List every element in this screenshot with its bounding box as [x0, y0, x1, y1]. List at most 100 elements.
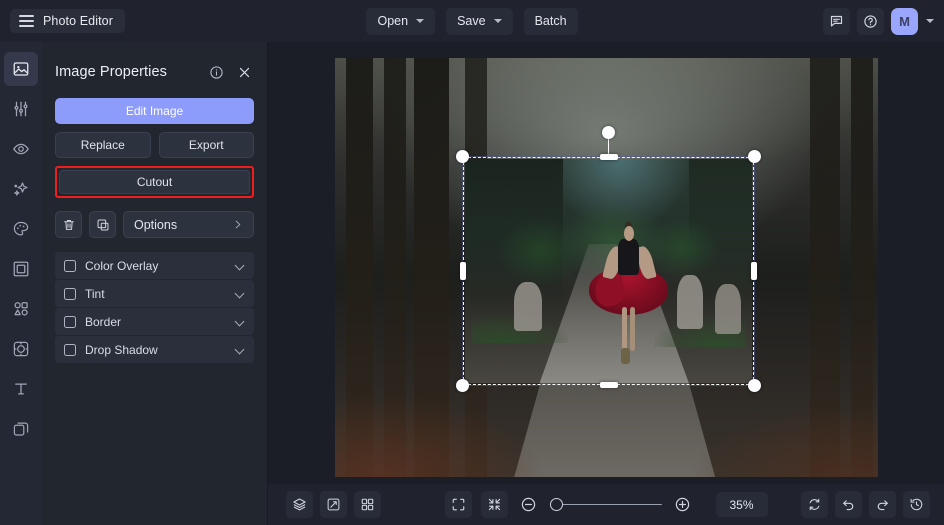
resize-handle-right-mid[interactable]: [751, 262, 757, 280]
photo-editor-app: Photo Editor Open Save Batch: [0, 0, 944, 525]
fit-to-screen-button[interactable]: [445, 491, 472, 518]
reset-button[interactable]: [801, 491, 828, 518]
list-item[interactable]: Drop Shadow: [55, 336, 254, 363]
stone-statue: [677, 275, 703, 329]
woman-subject: [597, 226, 660, 365]
chevron-down-icon[interactable]: [235, 261, 245, 271]
help-icon: [863, 14, 878, 29]
sidebar-item-layers-tool[interactable]: [4, 412, 38, 446]
effects-list: Color Overlay Tint Border Drop Shadow: [55, 252, 254, 363]
resize-handle-top-mid[interactable]: [600, 154, 618, 160]
resize-handle-left-mid[interactable]: [460, 262, 466, 280]
canvas-area[interactable]: [268, 42, 944, 484]
object-tools-row: Options: [55, 211, 254, 238]
transform-button[interactable]: [320, 491, 347, 518]
list-item[interactable]: Color Overlay: [55, 252, 254, 279]
sidebar-item-shapes-tool[interactable]: [4, 292, 38, 326]
redo-button[interactable]: [869, 491, 896, 518]
drop-shadow-checkbox[interactable]: [64, 344, 76, 356]
zoom-slider[interactable]: [550, 497, 662, 513]
user-avatar[interactable]: M: [891, 8, 918, 35]
zoom-in-icon: [674, 496, 691, 513]
brand-menu-button[interactable]: Photo Editor: [10, 9, 125, 33]
layers-panel-icon: [292, 497, 307, 512]
black-top: [618, 239, 638, 275]
layers-icon: [12, 420, 30, 438]
replace-button[interactable]: Replace: [55, 132, 151, 158]
open-button[interactable]: Open: [366, 8, 435, 35]
duplicate-button[interactable]: [89, 211, 116, 238]
top-toolbar: Photo Editor Open Save Batch: [0, 0, 944, 42]
layers-panel-button[interactable]: [286, 491, 313, 518]
left-leg: [622, 307, 627, 354]
options-button[interactable]: Options: [123, 211, 254, 238]
user-menu-chevron-down-icon[interactable]: [926, 19, 934, 23]
frame-icon: [12, 260, 30, 278]
chevron-down-icon[interactable]: [235, 345, 245, 355]
image-icon: [12, 60, 30, 78]
sidebar-item-retouch-tool[interactable]: [4, 132, 38, 166]
bottom-right-tools: [801, 491, 930, 518]
rotate-handle[interactable]: [602, 126, 615, 139]
delete-button[interactable]: [55, 211, 82, 238]
edit-image-button[interactable]: Edit Image: [55, 98, 254, 124]
replace-export-row: Replace Export: [55, 132, 254, 158]
app-title: Photo Editor: [43, 14, 113, 28]
zoom-out-button[interactable]: [517, 493, 541, 517]
photo-canvas[interactable]: [335, 58, 878, 477]
image-properties-panel: Image Properties Edit Image Replace Expo…: [42, 42, 268, 525]
history-button[interactable]: [903, 491, 930, 518]
top-right-actions: M: [823, 0, 934, 42]
help-button[interactable]: [857, 8, 884, 35]
undo-button[interactable]: [835, 491, 862, 518]
cutout-button[interactable]: Cutout: [59, 170, 250, 194]
list-item[interactable]: Tint: [55, 280, 254, 307]
feedback-button[interactable]: [823, 8, 850, 35]
sidebar-item-image-tool[interactable]: [4, 52, 38, 86]
tint-label: Tint: [85, 287, 235, 301]
options-label: Options: [134, 218, 232, 232]
zoom-level-value[interactable]: 35%: [716, 492, 768, 517]
sidebar-item-effects-tool[interactable]: [4, 172, 38, 206]
tint-checkbox[interactable]: [64, 288, 76, 300]
panel-header: Image Properties: [55, 52, 254, 92]
resize-handle-bottom-left[interactable]: [456, 379, 469, 392]
save-button[interactable]: Save: [446, 8, 513, 35]
sidebar-item-color-tool[interactable]: [4, 212, 38, 246]
panel-info-button[interactable]: [206, 62, 226, 82]
palette-icon: [12, 220, 30, 238]
panel-close-button[interactable]: [234, 62, 254, 82]
color-overlay-checkbox[interactable]: [64, 260, 76, 272]
page-title: Image Properties: [55, 64, 198, 80]
chevron-down-icon[interactable]: [235, 289, 245, 299]
grid-button[interactable]: [354, 491, 381, 518]
chevron-down-icon: [416, 19, 424, 23]
resize-handle-bottom-mid[interactable]: [600, 382, 618, 388]
export-button[interactable]: Export: [159, 132, 255, 158]
grid-icon: [360, 497, 375, 512]
head: [624, 226, 634, 241]
batch-button[interactable]: Batch: [524, 8, 578, 35]
resize-handle-top-left[interactable]: [456, 150, 469, 163]
chevron-right-icon: [232, 219, 243, 230]
resize-handle-top-right[interactable]: [748, 150, 761, 163]
zoom-slider-knob[interactable]: [550, 498, 563, 511]
sidebar-item-adjust-tool[interactable]: [4, 92, 38, 126]
chevron-down-icon[interactable]: [235, 317, 245, 327]
selected-image-layer[interactable]: [465, 159, 752, 383]
zoom-in-button[interactable]: [671, 493, 695, 517]
border-checkbox[interactable]: [64, 316, 76, 328]
zoom-slider-track: [550, 504, 662, 506]
trash-icon: [62, 218, 76, 232]
sidebar-item-frame-tool[interactable]: [4, 252, 38, 286]
tool-rail: [0, 42, 42, 525]
sidebar-item-mask-tool[interactable]: [4, 332, 38, 366]
shrink-button[interactable]: [481, 491, 508, 518]
resize-handle-bottom-right[interactable]: [748, 379, 761, 392]
list-item[interactable]: Border: [55, 308, 254, 335]
undo-icon: [841, 497, 856, 512]
stone-statue: [514, 282, 543, 331]
sidebar-item-text-tool[interactable]: [4, 372, 38, 406]
stone-statue: [715, 284, 741, 333]
history-icon: [909, 497, 924, 512]
